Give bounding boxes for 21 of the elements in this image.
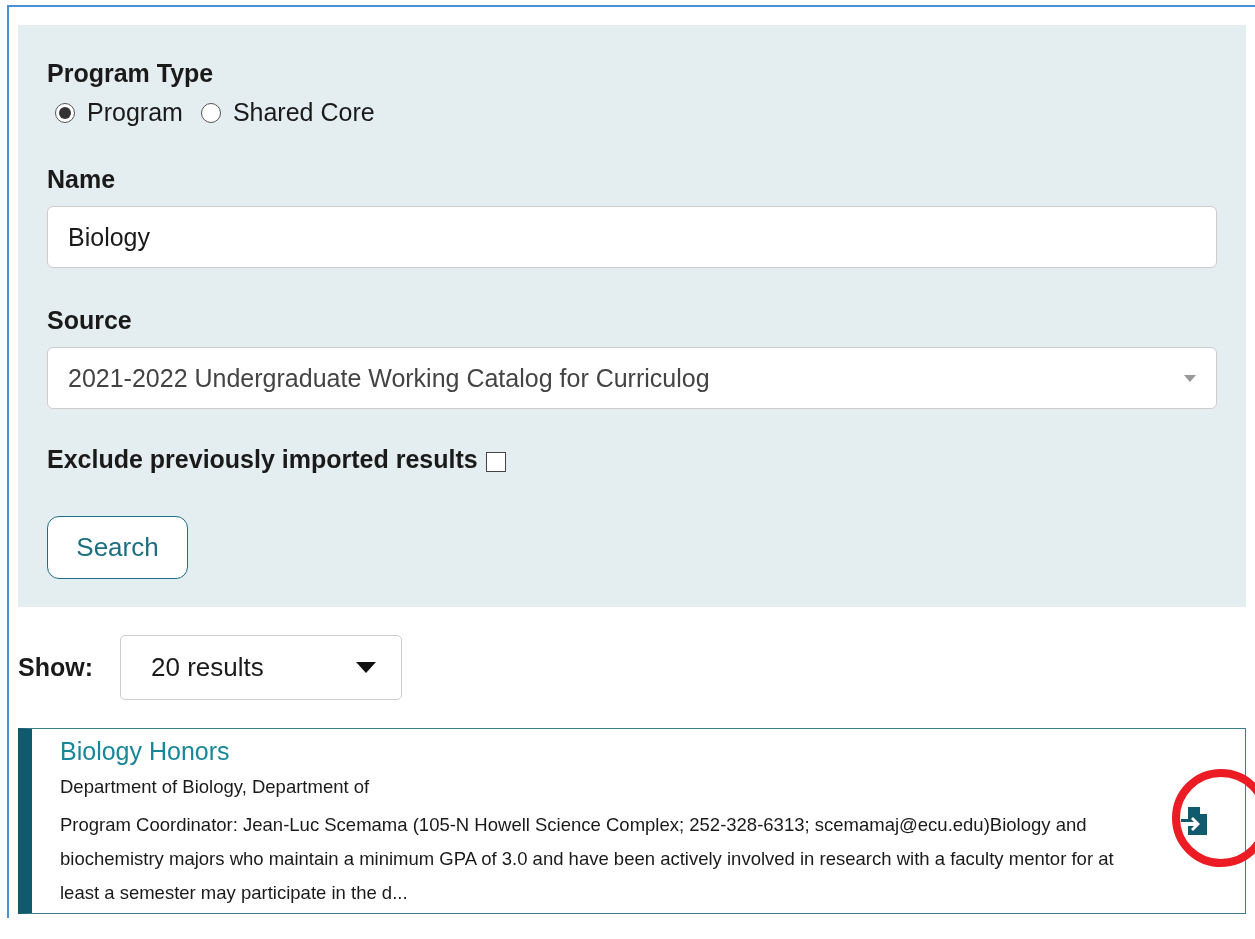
source-dropdown[interactable]: 2021-2022 Undergraduate Working Catalog for Curriculog	[47, 347, 1217, 409]
radio-label: Program	[87, 98, 183, 127]
field-label: Exclude previously imported results	[47, 445, 478, 474]
name-input-field[interactable]: Biology	[47, 206, 1217, 268]
show-label: Show:	[18, 653, 93, 682]
caret-icon	[1184, 374, 1196, 382]
result-department: Department of Biology, Department of	[60, 776, 371, 798]
field-label: Source	[47, 306, 132, 335]
result-title-link[interactable]: Biology Honors	[60, 737, 1136, 766]
radio-option[interactable]: Program	[55, 98, 183, 127]
search-button[interactable]: Search	[47, 516, 188, 579]
radio-button[interactable]	[55, 102, 75, 123]
results-count-dropdown[interactable]: 20 results	[120, 635, 402, 700]
checkbox[interactable]	[485, 451, 506, 472]
result-description: Program Coordinator: Jean-Luc Scemama (105-N Howell Science Complex; 252-328-6313; scemamaj@ecu.edu)Biology and biochemistry majors who maintain a minimum GPA of 3.0 and have been actively involved in research with a faculty mentor for at least a semester may participate in the d...	[60, 813, 1115, 905]
radio-label: Shared Core	[232, 98, 375, 127]
caret-icon	[356, 662, 376, 673]
field-label: Program Type	[47, 59, 214, 88]
field-label: Name	[47, 165, 116, 194]
radio-button[interactable]	[200, 102, 221, 123]
radio-option[interactable]: Shared Core	[200, 98, 375, 127]
